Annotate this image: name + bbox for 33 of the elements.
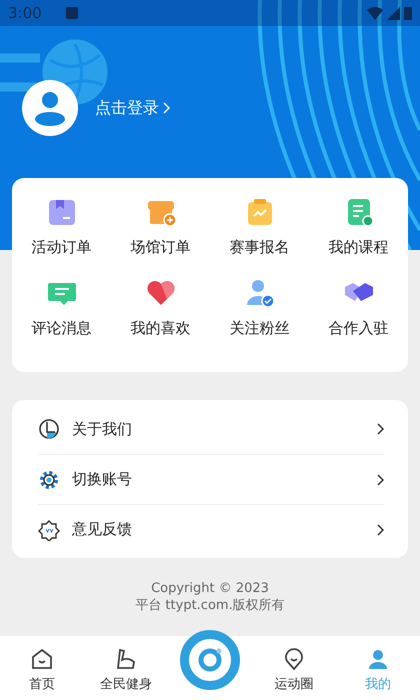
chevron-icon [163, 102, 170, 114]
shortcut-item[interactable]: 合作入驻 [309, 277, 408, 358]
pin-icon [282, 646, 306, 670]
shortcut-item[interactable]: 活动订单 [12, 196, 111, 277]
chevron-icon [377, 474, 384, 486]
menu-item[interactable]: 关于我们 [38, 404, 384, 454]
shortcut-item[interactable]: 评论消息 [12, 277, 111, 358]
shortcut-item[interactable]: 场馆订单 [111, 196, 210, 277]
chevron-icon [377, 423, 384, 435]
chevron-icon [377, 524, 384, 536]
shortcut-item[interactable]: 我的课程 [309, 196, 408, 277]
arm-icon [114, 646, 138, 670]
badge-icon [38, 518, 60, 540]
tab-item[interactable]: 运动圈 [252, 646, 336, 694]
battery-icon [404, 6, 412, 20]
clock-icon [38, 418, 60, 440]
home-icon [30, 646, 54, 670]
notification-icon [66, 7, 78, 19]
shortcut-item[interactable]: 赛事报名 [210, 196, 309, 277]
settings-icon [38, 468, 60, 490]
tab-item[interactable]: 全民健身 [84, 646, 168, 694]
camera-icon [197, 647, 223, 673]
copyright-text: Copyright © 2023 [150, 580, 270, 597]
site-text: 平台 ttypt.com.版权所有 [134, 597, 286, 614]
signal-icon [387, 6, 400, 20]
shortcut-item[interactable]: 关注粉丝 [210, 277, 309, 358]
tab-item[interactable]: 首页 [0, 646, 84, 694]
status-time: 3:00 [8, 2, 42, 24]
login-link[interactable]: 点击登录 [95, 96, 170, 120]
wifi-icon [367, 6, 383, 20]
shortcut-item[interactable]: 我的喜欢 [111, 277, 210, 358]
menu-item[interactable]: 切换账号 [38, 454, 384, 504]
menu-item[interactable]: 意见反馈 [38, 504, 384, 554]
